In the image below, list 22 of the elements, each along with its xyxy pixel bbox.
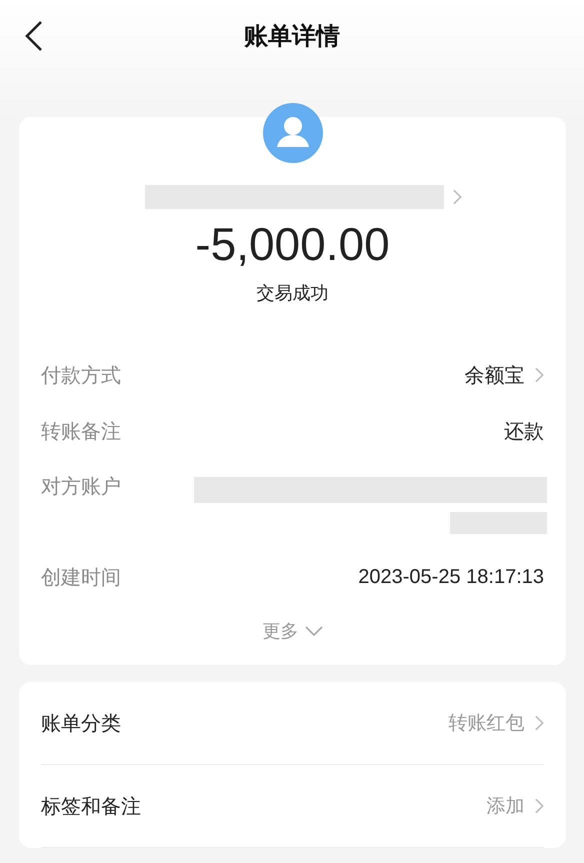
status-text: 交易成功: [256, 282, 328, 305]
option-label: 标签和备注: [41, 792, 141, 820]
chevron-icon: [534, 715, 544, 731]
page-title: 账单详情: [244, 21, 340, 52]
option-label: 账单分类: [41, 710, 121, 736]
detail-value: 还款: [504, 418, 544, 444]
chevron-down-icon: [304, 626, 322, 636]
amount: -5,000.00: [195, 217, 390, 271]
option-value: 转账红包: [448, 711, 524, 736]
chevron-icon: [534, 798, 544, 814]
option-value: 添加: [486, 794, 524, 819]
option-row[interactable]: 标签和备注 添加: [41, 765, 544, 848]
detail-label: 转账备注: [41, 418, 121, 444]
detail-label: 创建时间: [41, 564, 121, 590]
detail-label: 对方账户: [41, 473, 121, 500]
chevron-icon: [534, 367, 544, 383]
chevron-icon: [452, 189, 462, 205]
detail-value[interactable]: 余额宝: [464, 362, 524, 388]
option-row[interactable]: 账单分类 转账红包: [41, 682, 544, 765]
back-icon: [24, 20, 44, 52]
detail-label: 付款方式: [41, 362, 121, 388]
detail-value: 2023-05-25 18:17:13: [358, 566, 544, 588]
